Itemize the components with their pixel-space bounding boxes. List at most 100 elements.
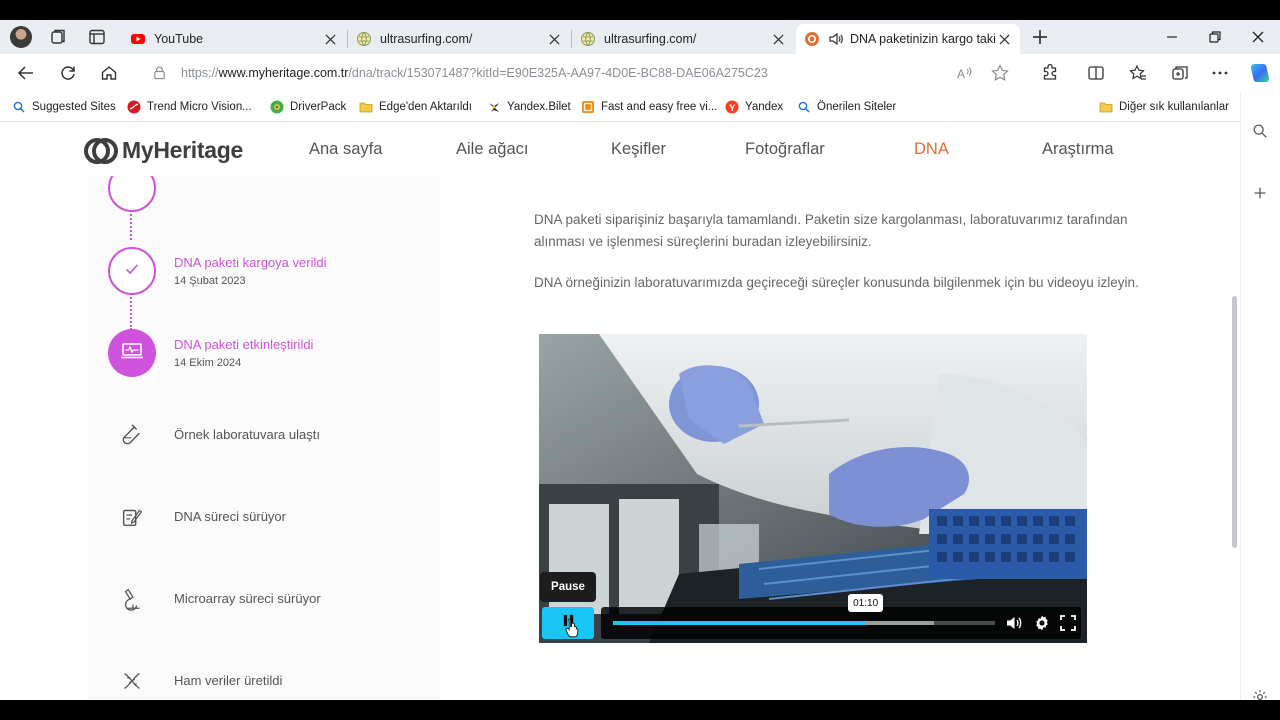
address-bar-row: https://www.myheritage.com.tr/dna/track/… [0,54,1280,92]
video-progress-track[interactable] [613,621,995,625]
read-aloud-icon[interactable]: A [954,63,974,83]
nav-discoveries[interactable]: Keşifler [611,140,666,159]
lab-process-video[interactable] [539,334,1087,643]
svg-text:Y: Y [729,103,735,113]
tab-title: ultrasurfing.com/ [604,32,697,46]
bookmark-onerilen-siteler[interactable]: Önerilen Siteler [797,98,896,116]
copilot-icon[interactable] [1248,61,1272,85]
refresh-icon[interactable] [58,63,78,83]
sidebar-settings-icon[interactable] [1251,688,1269,700]
bookmark-edge-imported[interactable]: Edge'den Aktarıldı [359,98,472,116]
close-tab-icon[interactable] [996,31,1012,47]
vertical-tabs-icon[interactable] [87,27,107,47]
bookmarks-bar: Suggested Sites Trend Micro Vision... Dr… [0,92,1240,122]
check-icon [123,260,141,283]
web-page: DNA paketi kargoya verildi 14 Şubat 2023… [0,122,1240,700]
site-header: MyHeritage Ana sayfa Aile ağacı Keşifler… [0,122,1240,176]
globe-icon [356,31,372,47]
tab-strip: YouTube ultrasurfing.com/ ultrasurfing.c… [0,20,1280,54]
close-tab-icon[interactable] [546,31,562,47]
video-frame [539,334,1087,643]
youtube-icon [130,31,146,47]
address-field[interactable]: https://www.myheritage.com.tr/dna/track/… [142,58,1032,88]
video-intro-text: DNA örneğinizin laboratuvarımızda geçire… [534,275,1139,290]
fullscreen-icon[interactable] [1059,614,1077,632]
step-date-shipped: 14 Şubat 2023 [174,275,246,287]
tab-title: DNA paketinizin kargo takibi [850,32,996,46]
settings-gear-icon[interactable] [1033,614,1051,632]
folder-icon [1099,100,1113,114]
new-tab-icon[interactable] [1030,27,1050,47]
search-icon [12,100,26,114]
step-title-raw-data: Ham veriler üretildi [174,673,283,688]
bookmark-yandex[interactable]: Y Yandex [725,98,783,116]
tab-ultrasurfing-2[interactable]: ultrasurfing.com/ [572,24,794,54]
myheritage-logo[interactable]: MyHeritage [84,137,243,164]
bookmark-other-favorites[interactable]: Diğer sık kullanılanlar [1099,98,1229,116]
nav-research[interactable]: Araştırma [1042,140,1114,159]
bookmark-suggested-sites[interactable]: Suggested Sites [12,98,116,116]
close-window-icon[interactable] [1248,27,1268,47]
seek-time-tooltip: 01:10 [848,594,884,612]
pause-tooltip: Pause [540,572,596,602]
home-icon[interactable] [99,63,119,83]
yandex-bilet-icon [487,100,501,114]
search-icon [797,100,811,114]
step-title-microarray: Microarray süreci sürüyor [174,591,321,606]
laptop-pulse-icon [119,341,145,366]
nav-family-tree[interactable]: Aile ağacı [456,140,528,159]
collections-icon[interactable] [1170,63,1190,83]
favorite-star-icon[interactable] [990,63,1010,83]
page-scrollbar[interactable] [1232,296,1237,548]
globe-icon [580,31,596,47]
favorites-icon[interactable] [1128,63,1148,83]
video-progress-fill [613,621,866,625]
browser-window: YouTube ultrasurfing.com/ ultrasurfing.c… [0,20,1280,700]
edge-sidebar [1240,92,1280,700]
tab-ultrasurfing-1[interactable]: ultrasurfing.com/ [348,24,570,54]
step-circle-shipped [108,247,156,295]
close-tab-icon[interactable] [322,31,338,47]
sidebar-search-icon[interactable] [1251,122,1269,145]
tab-youtube[interactable]: YouTube [122,24,346,54]
volume-icon[interactable] [1005,614,1023,632]
tab-title: YouTube [154,32,204,46]
folder-icon [359,100,373,114]
nav-photos[interactable]: Fotoğraflar [745,140,825,159]
lock-icon[interactable] [152,65,167,85]
hand-cursor-icon [564,617,581,643]
play-pause-button[interactable] [542,607,594,639]
nav-dna[interactable]: DNA [914,140,949,159]
split-screen-icon[interactable] [1086,63,1106,83]
microscope-icon [114,581,150,617]
close-tab-icon[interactable] [770,31,786,47]
minimize-icon[interactable] [1162,27,1182,47]
bookmark-driverpack[interactable]: DriverPack [270,98,346,116]
step-date-activated: 14 Ekim 2024 [174,357,242,369]
step-title-shipped: DNA paketi kargoya verildi [174,255,327,270]
bookmark-trend-micro[interactable]: Trend Micro Vision... [127,98,252,116]
test-tube-icon [114,417,150,453]
restore-icon[interactable] [1205,27,1225,47]
bookmark-fast-and-easy[interactable]: Fast and easy free vi... [581,98,717,116]
speaker-icon[interactable] [828,31,844,47]
step-title-lab: Örnek laboratuvara ulaştı [174,427,320,442]
svg-text:A: A [957,67,965,81]
yandex-icon: Y [725,100,739,114]
sidebar-add-icon[interactable] [1251,184,1269,207]
bookmark-yandex-bilet[interactable]: Yandex.Bilet [487,98,571,116]
more-menu-icon[interactable] [1210,63,1230,83]
myheritage-icon [804,31,820,47]
myheritage-logo-icon [84,137,118,164]
profile-avatar[interactable] [10,26,32,48]
video-controls [539,606,1087,640]
extensions-icon[interactable] [1040,63,1060,83]
back-icon[interactable] [16,63,36,83]
tab-myheritage[interactable]: DNA paketinizin kargo takibi [796,24,1020,54]
nav-home[interactable]: Ana sayfa [309,140,382,159]
bookmark-icon [581,100,595,114]
workspaces-icon[interactable] [48,27,68,47]
dna-icon [114,663,150,699]
clipboard-pen-icon [114,499,150,535]
driverpack-icon [270,100,284,114]
